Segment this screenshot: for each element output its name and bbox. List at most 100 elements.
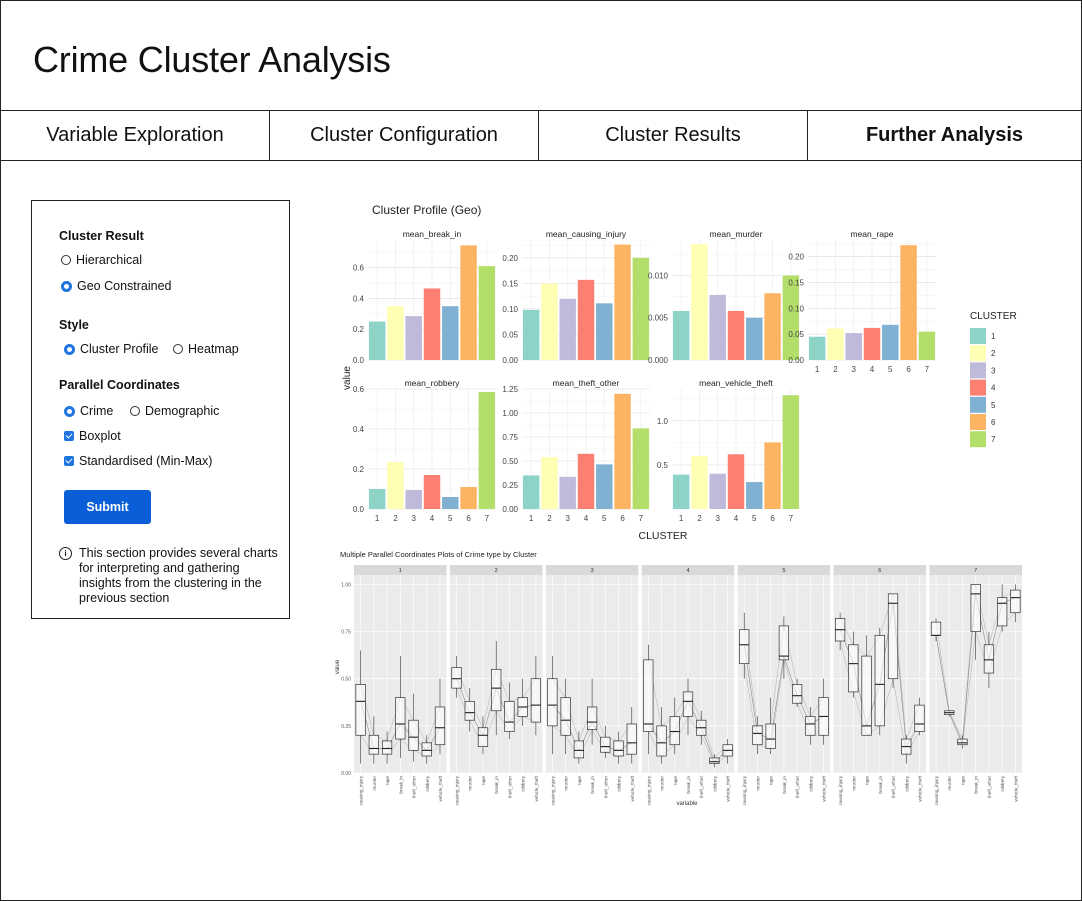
x-tick-label: 5 <box>448 514 453 523</box>
y-tick-label: 0.6 <box>353 385 365 394</box>
radio-circle[interactable] <box>64 405 75 417</box>
box <box>395 697 406 740</box>
radio-label: Demographic <box>145 404 220 418</box>
checkbox-boxplot[interactable]: Boxplot <box>64 429 121 443</box>
radio-cluster-profile[interactable]: Cluster Profile <box>64 342 159 356</box>
x-tick-label: 4 <box>430 514 435 523</box>
bar <box>672 310 690 360</box>
y-tick-label: 0.005 <box>648 314 669 323</box>
box <box>408 719 419 751</box>
checkbox-box[interactable] <box>64 456 74 466</box>
radio-crime[interactable]: Crime <box>64 404 113 418</box>
legend-label: 6 <box>991 418 996 427</box>
x-tick-label: causing_injury <box>646 775 651 805</box>
radio-demographic[interactable]: Demographic <box>130 404 219 418</box>
radio-circle[interactable] <box>61 280 72 292</box>
panel-cluster-7: 7 causing_injury murder rape break_in theft_o… <box>929 565 1022 805</box>
facet-label: 3 <box>591 568 594 574</box>
bar <box>442 497 459 509</box>
legend-title: CLUSTER <box>970 311 1017 322</box>
y-tick-label: 0.6 <box>353 264 365 273</box>
y-tick-label: 0.00 <box>788 356 804 365</box>
bar <box>541 283 558 360</box>
x-tick-label: break_in <box>686 776 691 794</box>
x-tick-label: rape <box>960 776 965 786</box>
x-tick-label: 1 <box>815 365 820 374</box>
panel-cluster-6: 6 causing_injury murder rape break_in theft_o… <box>833 565 927 805</box>
submit-button[interactable]: Submit <box>64 490 151 524</box>
x-tick-label: rape <box>385 776 390 786</box>
bar <box>387 462 404 509</box>
info-icon: i <box>59 547 72 560</box>
radio-heatmap[interactable]: Heatmap <box>173 342 239 356</box>
legend-swatch <box>970 431 986 448</box>
tab-cluster-configuration[interactable]: Cluster Configuration <box>270 110 539 160</box>
x-tick-label: 1 <box>375 514 380 523</box>
x-tick-label: 4 <box>584 514 589 523</box>
y-tick-label: 0.15 <box>788 278 804 287</box>
box <box>752 725 763 746</box>
x-tick-label: break_in <box>590 776 595 794</box>
legend-label: 4 <box>991 384 996 393</box>
x-tick-label: causing_injury <box>550 775 555 805</box>
box <box>983 644 995 674</box>
box <box>368 734 379 755</box>
y-tick-label: 1.00 <box>341 582 351 588</box>
facet-label: mean_rape <box>850 229 893 239</box>
box <box>778 625 790 661</box>
radio-circle[interactable] <box>130 406 140 416</box>
bar <box>727 310 745 360</box>
y-tick-label: 1.00 <box>502 409 518 418</box>
box <box>434 706 446 746</box>
box <box>682 691 694 717</box>
x-tick-label: robbery <box>808 775 813 791</box>
bar <box>442 306 459 360</box>
tab-further-analysis[interactable]: Further Analysis <box>808 110 1081 160</box>
x-tick-label: murder <box>372 776 377 791</box>
y-tick-label: 0.50 <box>502 457 518 466</box>
x-tick-label: causing_injury <box>455 775 460 805</box>
bar <box>764 442 781 509</box>
bar <box>782 275 800 360</box>
y-tick-label: 0.00 <box>341 771 351 777</box>
checkbox-box[interactable] <box>64 431 74 441</box>
facet-label: 6 <box>878 568 881 574</box>
radio-circle[interactable] <box>173 344 183 354</box>
radio-hierarchical[interactable]: Hierarchical <box>61 253 142 267</box>
legend-swatch <box>970 362 986 379</box>
radio-geo-constrained[interactable]: Geo Constrained <box>61 279 172 293</box>
box <box>586 706 598 730</box>
bar <box>614 244 631 360</box>
tab-variable-exploration[interactable]: Variable Exploration <box>1 110 270 160</box>
tab-cluster-results[interactable]: Cluster Results <box>539 110 808 160</box>
radio-label: Cluster Profile <box>80 342 159 356</box>
page-title: Crime Cluster Analysis <box>33 39 391 80</box>
facet-label: mean_break_in <box>403 229 462 239</box>
checkbox-standardised[interactable]: Standardised (Min-Max) <box>64 454 212 468</box>
x-tick-label: break_in <box>878 776 883 794</box>
facet-mean_break_in: mean_break_in 0.0 0.2 0.4 0.6 <box>353 226 496 365</box>
radio-circle[interactable] <box>64 343 75 355</box>
box <box>792 684 803 704</box>
bar <box>460 487 477 509</box>
box <box>848 644 859 693</box>
facet-mean_causing_injury: mean_causing_injury 0.00 0.05 0.10 0.15 0.20 <box>502 226 650 365</box>
x-tick-label: 2 <box>547 514 552 523</box>
box <box>887 593 899 680</box>
box <box>381 740 393 755</box>
bar <box>632 257 650 360</box>
bar <box>559 476 576 509</box>
x-tick-label: causing_injury <box>359 775 364 805</box>
y-tick-label: 0.75 <box>502 433 518 442</box>
box <box>547 678 558 727</box>
radio-circle[interactable] <box>61 255 71 265</box>
bar <box>460 245 477 360</box>
bar <box>559 298 576 360</box>
y-tick-label: 1.0 <box>657 417 669 426</box>
x-tick-label: rape <box>865 776 870 786</box>
y-tick-label: 0.4 <box>353 425 365 434</box>
y-tick-label: 0.2 <box>353 465 365 474</box>
box <box>970 584 981 632</box>
x-tick-label: 1 <box>679 514 684 523</box>
box <box>957 738 968 746</box>
